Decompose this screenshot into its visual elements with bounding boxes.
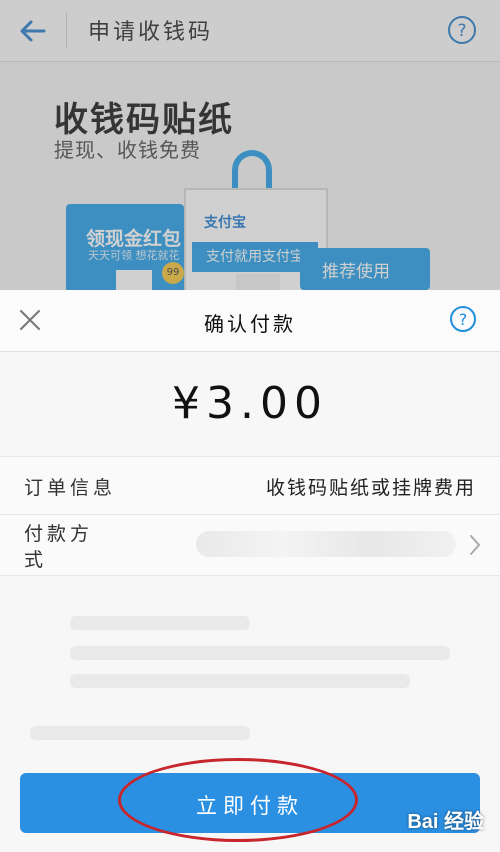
payment-method-row[interactable]: 付款方式 (0, 514, 500, 576)
payment-amount: ¥3.00 (172, 378, 328, 429)
help-icon[interactable]: ? (448, 304, 478, 334)
sheet-header: 确认付款 ? (0, 290, 500, 352)
payment-sheet: 确认付款 ? ¥3.00 订单信息 收钱码贴纸或挂牌费用 付款方式 立即付款 (0, 290, 500, 852)
payment-method-label: 付款方式 (24, 523, 94, 571)
annotation-circle (118, 758, 358, 842)
svg-text:?: ? (459, 310, 468, 329)
order-info-row: 订单信息 收钱码贴纸或挂牌费用 (0, 456, 500, 514)
payment-method-redacted (196, 531, 456, 557)
order-info-label: 订单信息 (24, 477, 117, 499)
chevron-right-icon (470, 535, 481, 555)
faded-background-content (0, 576, 500, 766)
order-info-value: 收钱码贴纸或挂牌费用 (265, 477, 476, 499)
sheet-title: 确认付款 (204, 312, 296, 336)
baidu-jingyan-watermark: Bai 经验 (407, 811, 484, 833)
